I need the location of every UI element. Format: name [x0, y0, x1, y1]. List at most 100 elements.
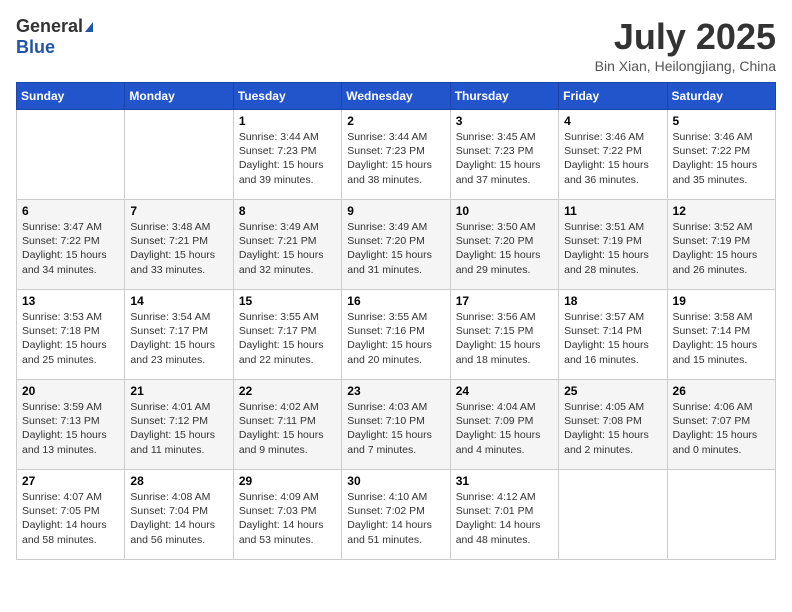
location-text: Bin Xian, Heilongjiang, China — [595, 58, 776, 74]
day-cell: 4 Sunrise: 3:46 AM Sunset: 7:22 PM Daylig… — [559, 110, 667, 200]
day-number: 31 — [456, 474, 553, 488]
calendar-table: SundayMondayTuesdayWednesdayThursdayFrid… — [16, 82, 776, 560]
day-header-saturday: Saturday — [667, 83, 775, 110]
day-number: 18 — [564, 294, 661, 308]
day-info: Sunrise: 3:53 AM Sunset: 7:18 PM Dayligh… — [22, 310, 119, 367]
day-info: Sunrise: 4:08 AM Sunset: 7:04 PM Dayligh… — [130, 490, 227, 547]
day-info: Sunrise: 3:59 AM Sunset: 7:13 PM Dayligh… — [22, 400, 119, 457]
day-number: 17 — [456, 294, 553, 308]
day-info: Sunrise: 3:46 AM Sunset: 7:22 PM Dayligh… — [564, 130, 661, 187]
logo-blue-text: Blue — [16, 37, 55, 58]
week-row-5: 27Sunrise: 4:07 AM Sunset: 7:05 PM Dayli… — [17, 470, 776, 560]
day-info: Sunrise: 3:54 AM Sunset: 7:17 PM Dayligh… — [130, 310, 227, 367]
day-info: Sunrise: 3:49 AM Sunset: 7:20 PM Dayligh… — [347, 220, 444, 277]
day-info: Sunrise: 3:47 AM Sunset: 7:22 PM Dayligh… — [22, 220, 119, 277]
day-info: Sunrise: 3:46 AM Sunset: 7:22 PM Dayligh… — [673, 130, 770, 187]
day-cell: 7 Sunrise: 3:48 AM Sunset: 7:21 PM Daylig… — [125, 200, 233, 290]
day-cell: 22Sunrise: 4:02 AM Sunset: 7:11 PM Dayli… — [233, 380, 341, 470]
day-info: Sunrise: 4:06 AM Sunset: 7:07 PM Dayligh… — [673, 400, 770, 457]
week-row-4: 20 Sunrise: 3:59 AM Sunset: 7:13 PM Dayli… — [17, 380, 776, 470]
day-number: 24 — [456, 384, 553, 398]
day-cell: 25Sunrise: 4:05 AM Sunset: 7:08 PM Dayli… — [559, 380, 667, 470]
day-info: Sunrise: 4:10 AM Sunset: 7:02 PM Dayligh… — [347, 490, 444, 547]
day-number: 28 — [130, 474, 227, 488]
day-number: 1 — [239, 114, 336, 128]
day-number: 3 — [456, 114, 553, 128]
day-info: Sunrise: 3:56 AM Sunset: 7:15 PM Dayligh… — [456, 310, 553, 367]
day-header-tuesday: Tuesday — [233, 83, 341, 110]
day-cell: 23 Sunrise: 4:03 AM Sunset: 7:10 PM Dayli… — [342, 380, 450, 470]
week-row-1: 1 Sunrise: 3:44 AM Sunset: 7:23 PM Daylig… — [17, 110, 776, 200]
day-info: Sunrise: 3:48 AM Sunset: 7:21 PM Dayligh… — [130, 220, 227, 277]
day-header-thursday: Thursday — [450, 83, 558, 110]
day-cell: 15 Sunrise: 3:55 AM Sunset: 7:17 PM Dayli… — [233, 290, 341, 380]
day-number: 12 — [673, 204, 770, 218]
day-info: Sunrise: 3:55 AM Sunset: 7:17 PM Dayligh… — [239, 310, 336, 367]
day-number: 9 — [347, 204, 444, 218]
day-headers-row: SundayMondayTuesdayWednesdayThursdayFrid… — [17, 83, 776, 110]
day-number: 15 — [239, 294, 336, 308]
week-row-3: 13 Sunrise: 3:53 AM Sunset: 7:18 PM Dayli… — [17, 290, 776, 380]
day-cell: 11Sunrise: 3:51 AM Sunset: 7:19 PM Dayli… — [559, 200, 667, 290]
day-info: Sunrise: 3:58 AM Sunset: 7:14 PM Dayligh… — [673, 310, 770, 367]
day-number: 13 — [22, 294, 119, 308]
day-number: 6 — [22, 204, 119, 218]
day-cell: 28 Sunrise: 4:08 AM Sunset: 7:04 PM Dayli… — [125, 470, 233, 560]
day-info: Sunrise: 4:02 AM Sunset: 7:11 PM Dayligh… — [239, 400, 336, 457]
day-cell: 21Sunrise: 4:01 AM Sunset: 7:12 PM Dayli… — [125, 380, 233, 470]
day-number: 29 — [239, 474, 336, 488]
day-cell: 1Sunrise: 3:44 AM Sunset: 7:23 PM Daylig… — [233, 110, 341, 200]
day-number: 4 — [564, 114, 661, 128]
day-number: 16 — [347, 294, 444, 308]
day-cell — [17, 110, 125, 200]
day-info: Sunrise: 4:04 AM Sunset: 7:09 PM Dayligh… — [456, 400, 553, 457]
day-info: Sunrise: 3:50 AM Sunset: 7:20 PM Dayligh… — [456, 220, 553, 277]
day-header-sunday: Sunday — [17, 83, 125, 110]
day-info: Sunrise: 3:57 AM Sunset: 7:14 PM Dayligh… — [564, 310, 661, 367]
day-info: Sunrise: 4:01 AM Sunset: 7:12 PM Dayligh… — [130, 400, 227, 457]
logo: General Blue — [16, 16, 93, 58]
day-cell: 5Sunrise: 3:46 AM Sunset: 7:22 PM Daylig… — [667, 110, 775, 200]
day-cell: 6 Sunrise: 3:47 AM Sunset: 7:22 PM Daylig… — [17, 200, 125, 290]
day-info: Sunrise: 3:44 AM Sunset: 7:23 PM Dayligh… — [347, 130, 444, 187]
day-number: 14 — [130, 294, 227, 308]
day-cell: 24 Sunrise: 4:04 AM Sunset: 7:09 PM Dayli… — [450, 380, 558, 470]
logo-icon — [85, 22, 93, 32]
day-info: Sunrise: 4:07 AM Sunset: 7:05 PM Dayligh… — [22, 490, 119, 547]
day-info: Sunrise: 4:12 AM Sunset: 7:01 PM Dayligh… — [456, 490, 553, 547]
day-cell: 20 Sunrise: 3:59 AM Sunset: 7:13 PM Dayli… — [17, 380, 125, 470]
day-cell: 9 Sunrise: 3:49 AM Sunset: 7:20 PM Daylig… — [342, 200, 450, 290]
day-header-friday: Friday — [559, 83, 667, 110]
month-title: July 2025 — [595, 16, 776, 58]
day-number: 19 — [673, 294, 770, 308]
day-number: 26 — [673, 384, 770, 398]
day-cell: 26 Sunrise: 4:06 AM Sunset: 7:07 PM Dayli… — [667, 380, 775, 470]
day-info: Sunrise: 3:52 AM Sunset: 7:19 PM Dayligh… — [673, 220, 770, 277]
day-info: Sunrise: 3:55 AM Sunset: 7:16 PM Dayligh… — [347, 310, 444, 367]
day-header-wednesday: Wednesday — [342, 83, 450, 110]
day-number: 20 — [22, 384, 119, 398]
day-cell: 31 Sunrise: 4:12 AM Sunset: 7:01 PM Dayli… — [450, 470, 558, 560]
day-cell: 2 Sunrise: 3:44 AM Sunset: 7:23 PM Daylig… — [342, 110, 450, 200]
day-info: Sunrise: 3:49 AM Sunset: 7:21 PM Dayligh… — [239, 220, 336, 277]
day-number: 25 — [564, 384, 661, 398]
day-info: Sunrise: 3:51 AM Sunset: 7:19 PM Dayligh… — [564, 220, 661, 277]
day-cell: 13 Sunrise: 3:53 AM Sunset: 7:18 PM Dayli… — [17, 290, 125, 380]
day-cell: 10 Sunrise: 3:50 AM Sunset: 7:20 PM Dayli… — [450, 200, 558, 290]
day-info: Sunrise: 4:03 AM Sunset: 7:10 PM Dayligh… — [347, 400, 444, 457]
day-number: 10 — [456, 204, 553, 218]
logo-general-text: General — [16, 16, 83, 37]
day-cell: 3Sunrise: 3:45 AM Sunset: 7:23 PM Daylig… — [450, 110, 558, 200]
day-cell: 17 Sunrise: 3:56 AM Sunset: 7:15 PM Dayli… — [450, 290, 558, 380]
day-cell: 8 Sunrise: 3:49 AM Sunset: 7:21 PM Daylig… — [233, 200, 341, 290]
title-area: July 2025 Bin Xian, Heilongjiang, China — [595, 16, 776, 74]
day-cell — [559, 470, 667, 560]
day-number: 7 — [130, 204, 227, 218]
day-cell: 12 Sunrise: 3:52 AM Sunset: 7:19 PM Dayli… — [667, 200, 775, 290]
day-number: 2 — [347, 114, 444, 128]
day-number: 23 — [347, 384, 444, 398]
day-cell: 27Sunrise: 4:07 AM Sunset: 7:05 PM Dayli… — [17, 470, 125, 560]
day-cell: 16 Sunrise: 3:55 AM Sunset: 7:16 PM Dayli… — [342, 290, 450, 380]
day-cell: 29Sunrise: 4:09 AM Sunset: 7:03 PM Dayli… — [233, 470, 341, 560]
day-number: 8 — [239, 204, 336, 218]
